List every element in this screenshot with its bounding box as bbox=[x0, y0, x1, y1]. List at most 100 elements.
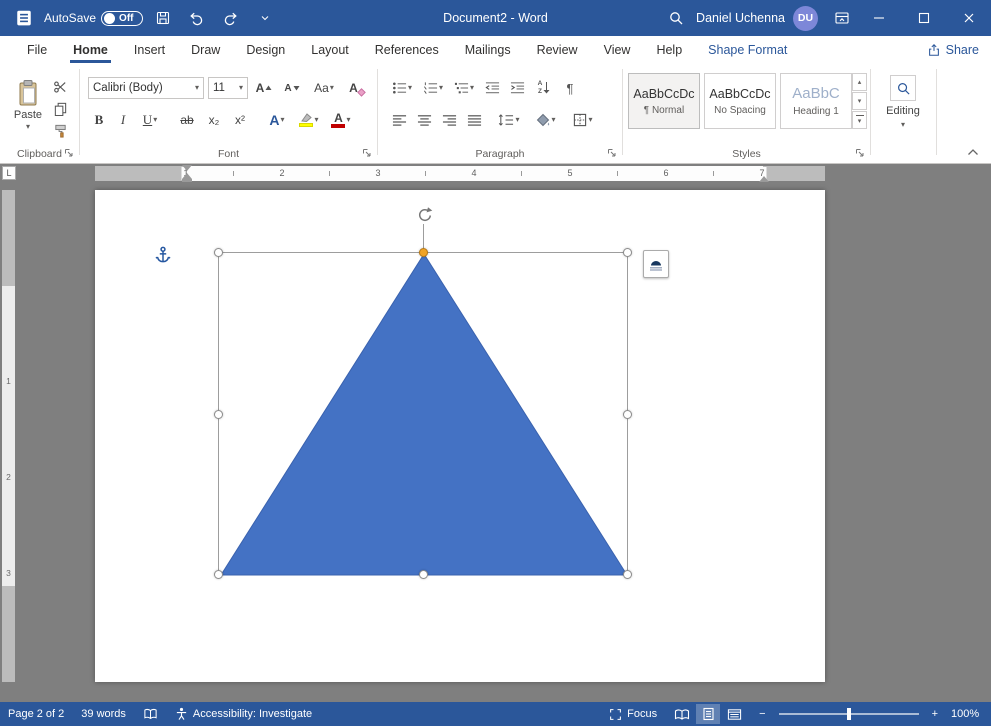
grow-font-button[interactable]: A bbox=[252, 76, 276, 100]
styles-scroll-down-button[interactable]: ▾ bbox=[852, 92, 867, 110]
editing-button[interactable]: Editing ▾ bbox=[883, 71, 923, 133]
change-case-button[interactable]: Aa ▾ bbox=[308, 76, 340, 100]
paragraph-dialog-launcher[interactable] bbox=[606, 147, 618, 159]
web-layout-button[interactable] bbox=[722, 704, 746, 724]
word-count[interactable]: 39 words bbox=[81, 708, 126, 720]
font-color-button[interactable]: A ▾ bbox=[326, 108, 356, 132]
multilevel-list-button[interactable]: ▾ bbox=[450, 76, 478, 100]
borders-button[interactable]: ▾ bbox=[568, 108, 598, 132]
italic-button[interactable]: I bbox=[112, 108, 134, 132]
tab-insert[interactable]: Insert bbox=[121, 36, 178, 63]
collapse-ribbon-button[interactable] bbox=[963, 144, 983, 159]
first-line-indent-marker[interactable] bbox=[182, 165, 192, 171]
tab-design[interactable]: Design bbox=[233, 36, 298, 63]
resize-handle-s[interactable] bbox=[419, 570, 428, 579]
resize-handle-se[interactable] bbox=[623, 570, 632, 579]
style-no-spacing[interactable]: AaBbCcDc No Spacing bbox=[704, 73, 776, 129]
tab-references[interactable]: References bbox=[362, 36, 452, 63]
minimize-button[interactable] bbox=[856, 0, 901, 36]
zoom-in-button[interactable]: + bbox=[932, 708, 938, 720]
style-normal[interactable]: AaBbCcDc ¶ Normal bbox=[628, 73, 700, 129]
increase-indent-button[interactable] bbox=[506, 76, 528, 100]
style-heading-1[interactable]: AaBbC Heading 1 bbox=[780, 73, 852, 129]
adjustment-handle-top[interactable] bbox=[419, 248, 428, 257]
styles-dialog-launcher[interactable] bbox=[854, 147, 866, 159]
line-spacing-button[interactable]: ▾ bbox=[494, 108, 524, 132]
tab-home[interactable]: Home bbox=[60, 36, 121, 63]
zoom-out-button[interactable]: − bbox=[759, 708, 765, 720]
format-painter-button[interactable] bbox=[48, 121, 72, 139]
close-button[interactable] bbox=[946, 0, 991, 36]
numbering-button[interactable]: ▾ bbox=[419, 76, 447, 100]
font-family-combo[interactable]: Calibri (Body) ▾ bbox=[88, 77, 204, 99]
accessibility-button[interactable]: Accessibility: Investigate bbox=[175, 707, 312, 721]
show-formatting-marks-button[interactable]: ¶ bbox=[560, 76, 580, 100]
font-dialog-launcher[interactable] bbox=[361, 147, 373, 159]
left-indent-marker[interactable] bbox=[182, 179, 192, 182]
rotate-handle[interactable] bbox=[415, 206, 433, 224]
horizontal-ruler[interactable]: 1 2 3 4 5 6 7 bbox=[95, 166, 825, 181]
clear-formatting-button[interactable]: A bbox=[344, 76, 372, 100]
tab-review[interactable]: Review bbox=[524, 36, 591, 63]
focus-mode-button[interactable]: Focus bbox=[609, 708, 657, 721]
maximize-button[interactable] bbox=[901, 0, 946, 36]
tab-view[interactable]: View bbox=[591, 36, 644, 63]
styles-more-button[interactable]: ▾ bbox=[852, 111, 867, 129]
user-name[interactable]: Daniel Uchenna bbox=[696, 11, 785, 25]
align-center-button[interactable] bbox=[413, 108, 435, 132]
align-left-button[interactable] bbox=[388, 108, 410, 132]
redo-button[interactable] bbox=[217, 4, 245, 32]
underline-button[interactable]: U ▾ bbox=[136, 108, 164, 132]
tab-file[interactable]: File bbox=[14, 36, 60, 63]
zoom-level[interactable]: 100% bbox=[951, 708, 983, 720]
proofing-errors-button[interactable] bbox=[143, 707, 158, 721]
word-app-icon[interactable] bbox=[10, 4, 38, 32]
font-size-combo[interactable]: 11 ▾ bbox=[208, 77, 248, 99]
shading-button[interactable]: ▾ bbox=[531, 108, 561, 132]
bold-button[interactable]: B bbox=[88, 108, 110, 132]
page-indicator[interactable]: Page 2 of 2 bbox=[8, 708, 64, 720]
save-button[interactable] bbox=[149, 4, 177, 32]
right-indent-marker[interactable] bbox=[759, 176, 769, 182]
print-layout-button[interactable] bbox=[696, 704, 720, 724]
zoom-slider-thumb[interactable] bbox=[847, 708, 851, 720]
justify-button[interactable] bbox=[463, 108, 485, 132]
resize-handle-e[interactable] bbox=[623, 410, 632, 419]
cut-button[interactable] bbox=[48, 77, 72, 95]
copy-button[interactable] bbox=[48, 99, 72, 117]
layout-options-button[interactable] bbox=[643, 250, 669, 278]
tab-mailings[interactable]: Mailings bbox=[452, 36, 524, 63]
anchor-icon[interactable] bbox=[155, 245, 171, 265]
tab-shape-format[interactable]: Shape Format bbox=[695, 36, 800, 63]
tab-draw[interactable]: Draw bbox=[178, 36, 233, 63]
sort-button[interactable]: A Z bbox=[531, 76, 557, 100]
superscript-button[interactable]: x² bbox=[228, 108, 252, 132]
shape-selection-box[interactable] bbox=[218, 252, 628, 575]
shrink-font-button[interactable]: A bbox=[280, 76, 304, 100]
align-right-button[interactable] bbox=[438, 108, 460, 132]
text-effects-button[interactable]: A ▾ bbox=[262, 108, 292, 132]
tab-stop-selector[interactable]: L bbox=[2, 166, 16, 180]
styles-scroll-up-button[interactable]: ▴ bbox=[852, 73, 867, 91]
search-icon[interactable] bbox=[662, 4, 690, 32]
share-button[interactable]: Share bbox=[927, 36, 979, 63]
tab-layout[interactable]: Layout bbox=[298, 36, 362, 63]
resize-handle-nw[interactable] bbox=[214, 248, 223, 257]
triangle-shape[interactable] bbox=[218, 252, 630, 577]
subscript-button[interactable]: x₂ bbox=[202, 108, 226, 132]
read-mode-button[interactable] bbox=[670, 704, 694, 724]
tab-help[interactable]: Help bbox=[643, 36, 695, 63]
document-page[interactable] bbox=[95, 190, 825, 682]
clipboard-dialog-launcher[interactable] bbox=[63, 147, 75, 159]
decrease-indent-button[interactable] bbox=[481, 76, 503, 100]
resize-handle-ne[interactable] bbox=[623, 248, 632, 257]
ribbon-display-options-icon[interactable] bbox=[828, 4, 856, 32]
undo-button[interactable] bbox=[183, 4, 211, 32]
highlight-color-button[interactable]: ▾ bbox=[294, 108, 324, 132]
resize-handle-sw[interactable] bbox=[214, 570, 223, 579]
strikethrough-button[interactable]: ab bbox=[174, 108, 200, 132]
vertical-ruler[interactable]: 1 2 3 bbox=[2, 190, 15, 682]
resize-handle-w[interactable] bbox=[214, 410, 223, 419]
avatar[interactable]: DU bbox=[793, 6, 818, 31]
bullets-button[interactable]: ▾ bbox=[388, 76, 416, 100]
